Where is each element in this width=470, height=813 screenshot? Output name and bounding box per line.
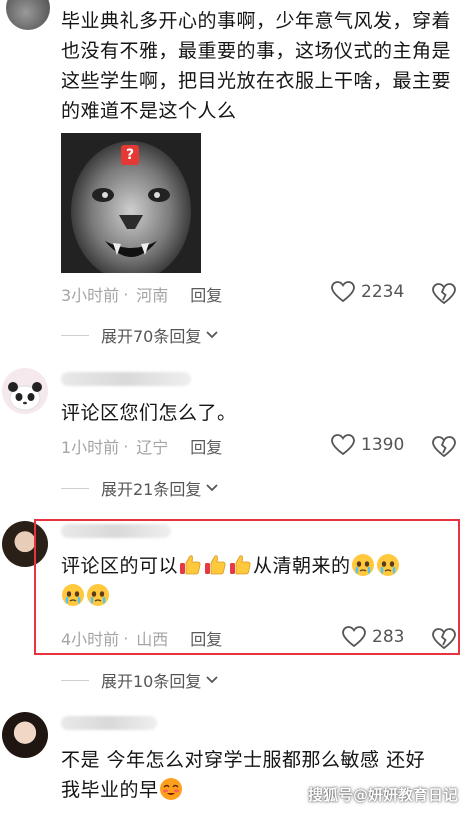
comment-region: 山西 (136, 630, 169, 649)
avatar[interactable] (2, 368, 48, 414)
comment-region: 辽宁 (136, 438, 169, 457)
expand-replies-button[interactable]: 展开70条回复 (61, 323, 219, 347)
broken-heart-icon (432, 436, 456, 458)
comment-time: 4小时前 (61, 630, 120, 649)
like-count: 1390 (361, 435, 405, 455)
thumbs-up-emoji (178, 553, 202, 577)
dislike-button[interactable] (432, 628, 456, 654)
username-blurred[interactable] (61, 716, 157, 730)
divider-line (61, 487, 89, 489)
thumbs-up-emoji (228, 553, 252, 577)
comment-meta: 4小时前 · 山西 回复 (61, 626, 222, 650)
like-button[interactable]: 2234 (331, 281, 404, 303)
separator-dot: · (123, 628, 129, 648)
comment-image[interactable]: ? (61, 133, 201, 273)
comment-time: 1小时前 (61, 438, 120, 457)
comment-text-line: 我毕业的早 (61, 779, 159, 801)
chevron-down-icon (206, 484, 219, 492)
like-count: 2234 (361, 282, 405, 302)
reply-button[interactable]: 回复 (190, 434, 222, 458)
avatar[interactable] (6, 0, 50, 30)
thumbs-up-emoji (203, 553, 227, 577)
like-count: 283 (372, 627, 405, 647)
dislike-button[interactable] (432, 283, 456, 309)
like-button[interactable]: 283 (342, 626, 404, 648)
comment-meta: 3小时前 · 河南 回复 (61, 282, 222, 306)
crying-emoji (351, 553, 375, 577)
avatar[interactable] (2, 712, 48, 758)
comment-region: 河南 (136, 286, 169, 305)
watermark: 搜狐号@妍妍教育日记 (307, 786, 458, 804)
username-blurred[interactable] (61, 372, 191, 386)
separator-dot: · (123, 436, 129, 456)
expand-replies-button[interactable]: 展开10条回复 (61, 668, 219, 692)
comment-text-line: 不是 今年怎么对穿学士服都那么敏感 还好 (61, 749, 426, 771)
comment-text-part: 从清朝来的 (253, 555, 351, 577)
divider-line (61, 334, 89, 336)
comment-text: 评论区您们怎么了。 (61, 402, 237, 424)
comment-time: 3小时前 (61, 286, 120, 305)
crying-emoji (86, 583, 110, 607)
heart-icon (331, 281, 355, 303)
comment-text: 评论区的可以 从清朝来的 (61, 551, 441, 611)
like-button[interactable]: 1390 (331, 434, 404, 456)
crying-emoji (376, 553, 400, 577)
broken-heart-icon (432, 283, 456, 305)
blushing-emoji (159, 777, 183, 801)
comment-text: 毕业典礼多开心的事啊，少年意气风发，穿着也没有不雅，最重要的事，这场仪式的主角是… (61, 10, 452, 122)
chevron-down-icon (206, 676, 219, 684)
broken-heart-icon (432, 628, 456, 650)
reply-button[interactable]: 回复 (190, 626, 222, 650)
heart-icon (342, 626, 366, 648)
separator-dot: · (123, 284, 129, 304)
expand-replies-label: 展开21条回复 (101, 480, 202, 499)
expand-replies-label: 展开10条回复 (101, 672, 202, 691)
expand-replies-button[interactable]: 展开21条回复 (61, 476, 219, 500)
comment-meta: 1小时前 · 辽宁 回复 (61, 434, 222, 458)
divider-line (61, 679, 89, 681)
heart-icon (331, 434, 355, 456)
chevron-down-icon (206, 331, 219, 339)
crying-emoji (61, 583, 85, 607)
expand-replies-label: 展开70条回复 (101, 327, 202, 346)
panda-avatar-image (2, 368, 48, 414)
dislike-button[interactable] (432, 436, 456, 462)
comment-text-part: 评论区的可以 (61, 555, 179, 577)
question-badge: ? (121, 145, 139, 165)
reply-button[interactable]: 回复 (190, 282, 222, 306)
